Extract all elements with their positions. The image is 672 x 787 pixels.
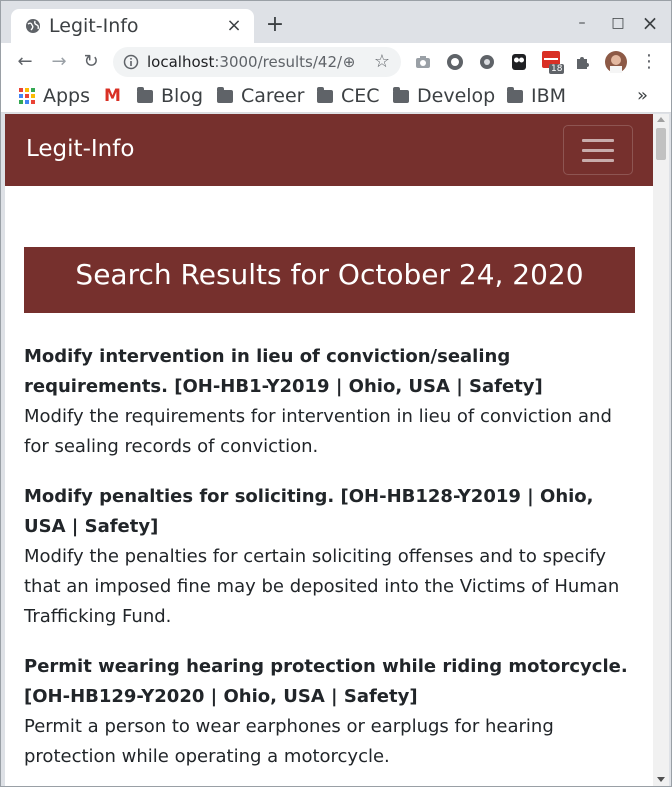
result-description: Modify the requirements for intervention… [24,406,612,457]
url-text: localhost:3000/results/42/ [147,53,342,71]
folder-icon [393,86,409,103]
tab-title: Legit-Info [49,15,139,37]
hamburger-icon-bar [582,159,614,162]
apps-grid-icon [19,88,35,104]
puzzle-icon[interactable] [573,52,593,72]
vertical-scrollbar[interactable] [653,114,669,786]
back-icon[interactable]: ← [13,50,37,74]
page-viewport: Legit-Info Search Results for October 24… [5,114,653,786]
minimize-icon[interactable]: – [569,11,595,35]
list-item: Modify penalties for soliciting. [OH-HB1… [24,482,636,632]
url-path: :3000/results/42/ [214,53,343,71]
bookmarks-bar: Apps M Blog Career CEC Develop IBM » [1,81,671,113]
camera-icon[interactable] [413,52,433,72]
hamburger-icon-bar [582,149,614,152]
globe-icon [26,19,40,33]
bookmark-label: Career [241,85,305,107]
site-navbar: Legit-Info [5,114,653,186]
list-item: Modify intervention in lieu of convictio… [24,342,636,462]
close-window-icon[interactable]: × [637,11,663,35]
new-tab-icon[interactable]: + [263,13,287,37]
result-description: Modify the penalties for certain solicit… [24,546,620,627]
bookmark-label: CEC [341,85,380,107]
result-title: Permit wearing hearing protection while … [24,656,628,707]
hamburger-icon-bar [582,139,614,142]
gmail-icon: M [104,86,121,106]
results-list: Modify intervention in lieu of convictio… [24,342,636,786]
maximize-icon[interactable]: □ [605,11,631,35]
bookmark-career[interactable]: Career [217,84,305,108]
list-item: Permit wearing hearing protection while … [24,652,636,772]
bookmark-gmail[interactable]: M [104,84,121,108]
bookmark-ibm[interactable]: IBM [507,84,566,108]
calendar-extension-icon[interactable]: 18 [541,50,567,76]
extension-circle-icon[interactable] [445,52,465,72]
scroll-up-icon[interactable] [657,117,665,122]
reload-icon[interactable]: ↻ [79,50,103,74]
tab-strip: Legit-Info × + – □ × [1,1,671,43]
owl-icon[interactable] [509,52,529,72]
scroll-down-icon[interactable] [657,777,665,782]
result-title: Modify intervention in lieu of convictio… [24,346,543,397]
page-title: Search Results for October 24, 2020 [24,247,635,313]
bookmark-cec[interactable]: CEC [317,84,380,108]
info-icon[interactable] [123,54,139,70]
folder-icon [217,86,233,103]
site-brand[interactable]: Legit-Info [26,136,134,162]
folder-icon [137,86,153,103]
url-host: localhost [147,53,215,71]
address-bar[interactable]: localhost:3000/results/42/ ⊕ ☆ [113,47,401,77]
bookmark-apps[interactable]: Apps [19,84,90,108]
bookmark-label: Apps [43,85,91,107]
extension-dot-icon[interactable] [477,52,497,72]
bookmark-label: Develop [417,85,496,107]
avatar[interactable] [605,51,627,73]
result-description: Permit a person to wear earphones or ear… [24,716,554,767]
bookmark-label: Blog [161,85,203,107]
zoom-icon[interactable]: ⊕ [339,52,359,72]
menu-kebab-icon[interactable]: ⋮ [637,50,661,74]
folder-icon [507,86,523,103]
folder-icon [317,86,333,103]
bookmarks-overflow-icon[interactable]: » [637,85,648,106]
star-icon[interactable]: ☆ [372,52,392,72]
tab-legit-info[interactable]: Legit-Info × [11,9,254,43]
forward-icon[interactable]: → [47,50,71,74]
navbar-toggle-button[interactable] [563,125,633,175]
browser-window: Legit-Info × + – □ × ← → ↻ localhost:300… [0,0,672,787]
scroll-thumb[interactable] [656,128,666,160]
extension-badge: 18 [549,64,565,74]
close-tab-icon[interactable]: × [224,16,244,36]
browser-toolbar: ← → ↻ localhost:3000/results/42/ ⊕ ☆ 18 … [1,43,671,81]
bookmark-blog[interactable]: Blog [137,84,203,108]
bookmark-label: IBM [531,85,567,107]
result-title: Modify penalties for soliciting. [OH-HB1… [24,486,594,537]
bookmark-develop[interactable]: Develop [393,84,495,108]
